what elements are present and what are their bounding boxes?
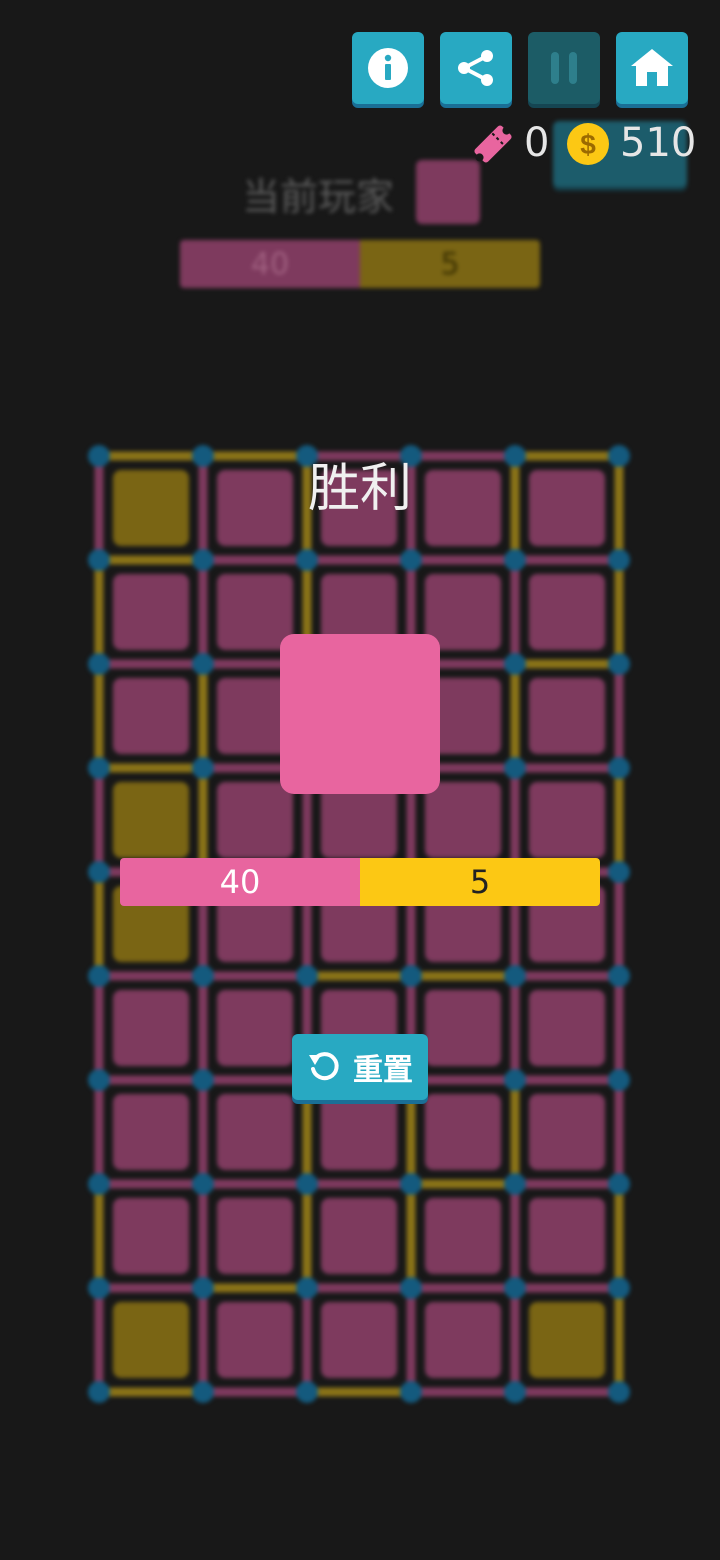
reset-icon xyxy=(309,1052,339,1081)
coin-count: 510 xyxy=(620,120,697,166)
board-cell xyxy=(217,1094,293,1170)
reset-button[interactable]: 重置 xyxy=(292,1034,428,1100)
winner-color-swatch xyxy=(280,634,440,794)
coin-icon: $ xyxy=(567,123,609,165)
info-button[interactable] xyxy=(352,32,424,104)
board-dot xyxy=(192,1173,214,1195)
board-cell xyxy=(113,990,189,1066)
board-dot xyxy=(88,1173,110,1195)
home-button[interactable] xyxy=(616,32,688,104)
board-dot xyxy=(88,965,110,987)
board-cell xyxy=(529,990,605,1066)
board-dot xyxy=(608,965,630,987)
svg-text:$: $ xyxy=(580,129,596,160)
board-cell xyxy=(113,782,189,858)
board-dot xyxy=(608,1173,630,1195)
board-dot xyxy=(608,861,630,883)
board-cell xyxy=(113,1198,189,1274)
board-dot xyxy=(608,1277,630,1299)
board-cell xyxy=(529,678,605,754)
pause-icon xyxy=(551,52,577,84)
board-dot xyxy=(400,549,422,571)
board-dot xyxy=(192,1277,214,1299)
board-dot xyxy=(192,1069,214,1091)
board-dot xyxy=(504,1069,526,1091)
board-dot xyxy=(192,549,214,571)
board-dot xyxy=(296,1277,318,1299)
board-dot xyxy=(504,1277,526,1299)
board-cell xyxy=(529,782,605,858)
board-dot xyxy=(504,965,526,987)
board-cell xyxy=(425,782,501,858)
board-dot xyxy=(88,757,110,779)
win-title: 胜利 xyxy=(307,459,412,519)
board-dot xyxy=(608,1069,630,1091)
share-icon xyxy=(458,50,493,86)
board-dot xyxy=(504,1173,526,1195)
board-cell xyxy=(113,678,189,754)
board-dot xyxy=(608,653,630,675)
board-dot xyxy=(296,965,318,987)
board-cell xyxy=(425,990,501,1066)
board-dot xyxy=(192,653,214,675)
board-cell xyxy=(529,574,605,650)
board-dot xyxy=(88,1069,110,1091)
pause-button[interactable] xyxy=(528,32,600,104)
board-cell xyxy=(425,1302,501,1378)
board-cell xyxy=(321,1094,397,1170)
board-cell xyxy=(529,1302,605,1378)
board-cell xyxy=(529,1198,605,1274)
board-dot xyxy=(400,965,422,987)
board-cell xyxy=(113,574,189,650)
board-dot xyxy=(504,549,526,571)
board-dot xyxy=(88,1381,110,1403)
board-cell xyxy=(425,1094,501,1170)
share-button[interactable] xyxy=(440,32,512,104)
board-dot xyxy=(192,965,214,987)
board-dot xyxy=(504,653,526,675)
info-icon xyxy=(368,48,408,88)
board-cell xyxy=(217,574,293,650)
board-dot xyxy=(608,1381,630,1403)
board-dot xyxy=(192,1381,214,1403)
board-dot xyxy=(296,1173,318,1195)
board-dot xyxy=(296,1381,318,1403)
board-dot xyxy=(88,861,110,883)
board-dot xyxy=(88,653,110,675)
board-cell xyxy=(113,1094,189,1170)
board-dot xyxy=(192,757,214,779)
board-cell xyxy=(217,1198,293,1274)
final-score-yellow: 5 xyxy=(360,858,600,906)
board-dot xyxy=(504,1381,526,1403)
board-dot xyxy=(608,549,630,571)
board-dot xyxy=(88,1277,110,1299)
board-cell xyxy=(321,1302,397,1378)
ticket-icon xyxy=(474,125,512,163)
board-cell xyxy=(217,990,293,1066)
final-score-pink: 40 xyxy=(120,858,360,906)
board-cell xyxy=(217,1302,293,1378)
reset-label: 重置 xyxy=(353,1053,413,1088)
final-score-bar: 40 5 xyxy=(120,858,600,906)
board-dot xyxy=(88,549,110,571)
board-cell xyxy=(321,1198,397,1274)
board-dot xyxy=(504,757,526,779)
board-dot xyxy=(400,1381,422,1403)
ticket-count: 0 xyxy=(524,120,550,166)
home-icon xyxy=(631,49,673,86)
board-dot xyxy=(608,757,630,779)
board-cell xyxy=(217,782,293,858)
board-cell xyxy=(113,1302,189,1378)
board-dot xyxy=(400,1173,422,1195)
board-dot xyxy=(296,549,318,571)
board-dot xyxy=(400,1277,422,1299)
board-cell xyxy=(425,1198,501,1274)
board-cell xyxy=(529,1094,605,1170)
